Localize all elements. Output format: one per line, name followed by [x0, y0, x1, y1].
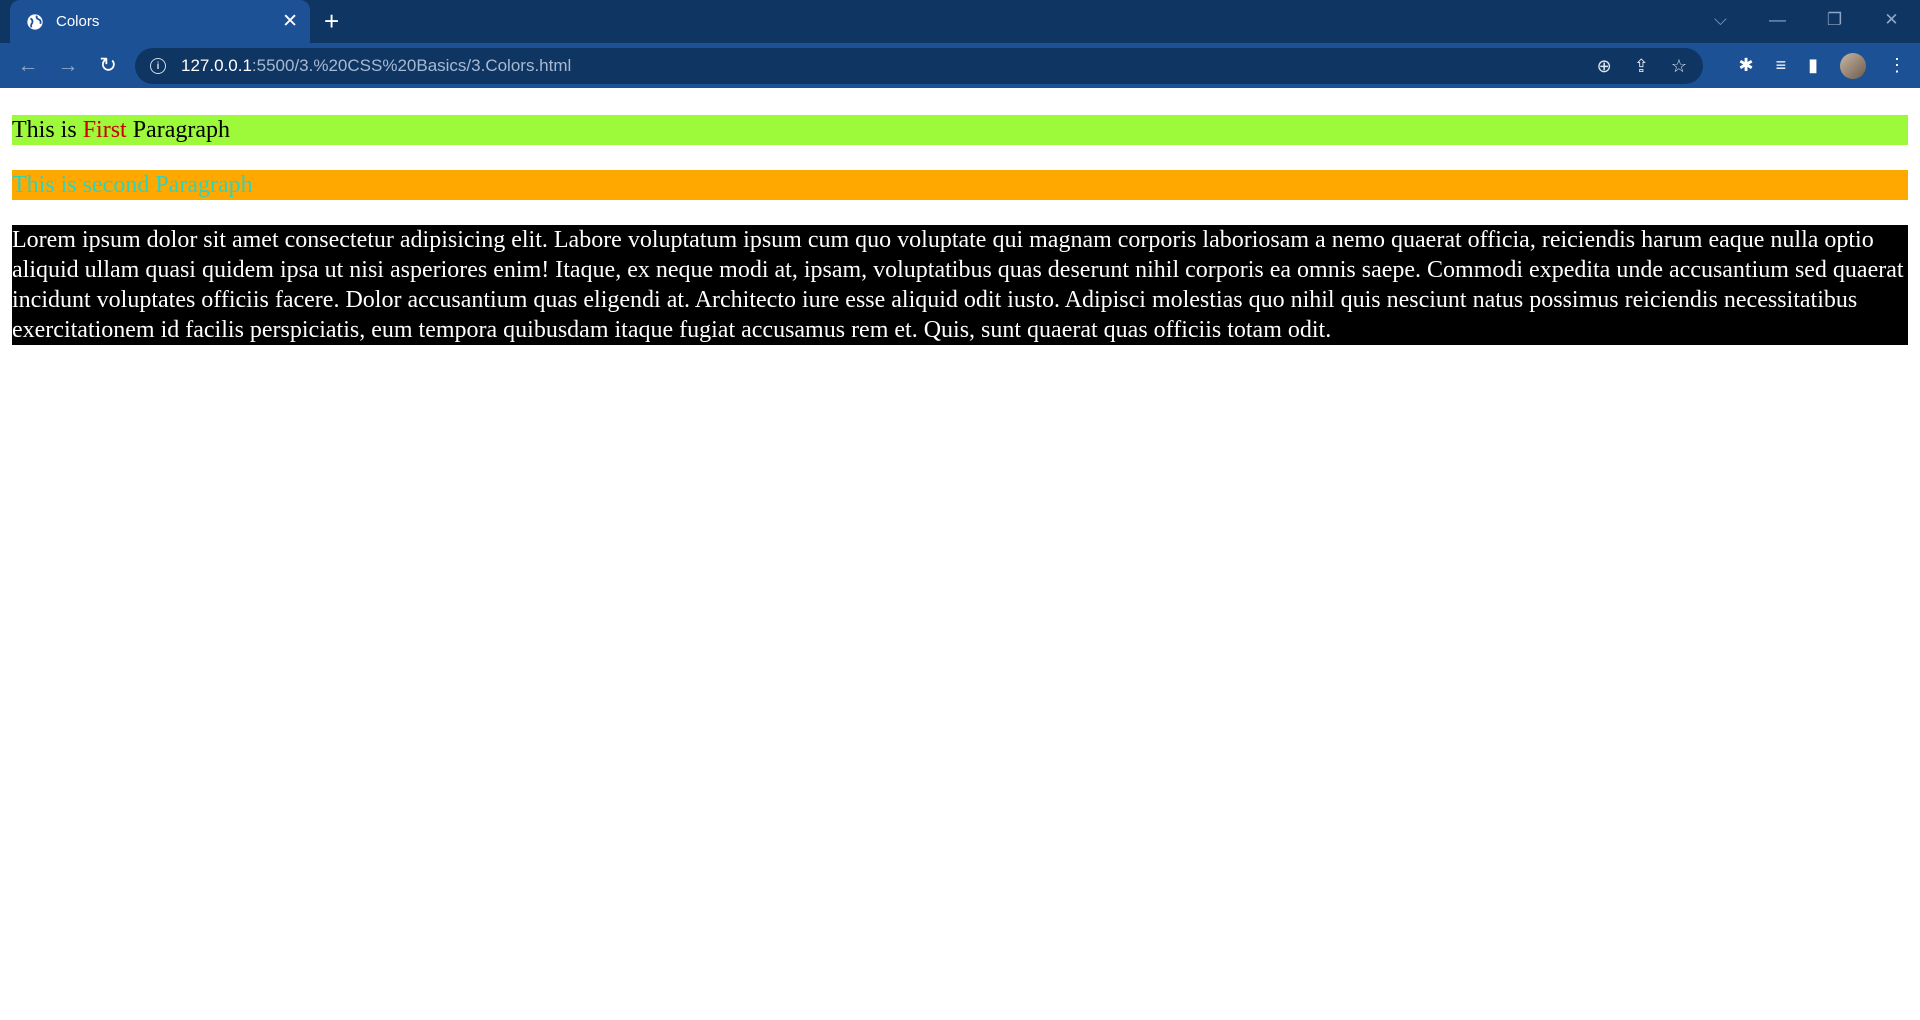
url-host: 127.0.0.1 — [181, 56, 252, 75]
first-paragraph-prefix: This is — [12, 117, 83, 143]
media-control-icon[interactable]: ≡ — [1776, 55, 1787, 76]
site-info-icon[interactable]: i — [150, 58, 166, 74]
side-panel-icon[interactable]: ▮ — [1808, 55, 1818, 76]
bookmark-star-icon[interactable]: ☆ — [1671, 56, 1687, 77]
restore-button[interactable]: ❐ — [1806, 0, 1863, 40]
first-word-highlight: First — [82, 117, 127, 143]
toolbar-right-icons: ✱ ≡ ▮ ⋮ — [1738, 43, 1906, 88]
profile-avatar[interactable] — [1840, 52, 1866, 79]
forward-button[interactable]: → — [48, 54, 88, 78]
back-button[interactable]: ← — [8, 54, 48, 78]
browser-tab[interactable]: Colors ✕ — [10, 0, 310, 43]
first-paragraph-suffix: Paragraph — [126, 117, 230, 143]
reload-button[interactable]: ↻ — [88, 53, 128, 78]
close-window-button[interactable]: ✕ — [1863, 0, 1920, 40]
menu-icon[interactable]: ⋮ — [1888, 55, 1906, 76]
minimize-button[interactable]: — — [1749, 0, 1806, 40]
first-paragraph: This is First Paragraph — [12, 115, 1908, 145]
extensions-icon[interactable]: ✱ — [1738, 55, 1753, 76]
zoom-icon[interactable]: ⊕ — [1597, 56, 1612, 77]
page-content: This is First Paragraph This is second P… — [0, 115, 1908, 345]
url-path: :5500/3.%20CSS%20Basics/3.Colors.html — [251, 56, 572, 75]
close-tab-icon[interactable]: ✕ — [282, 12, 298, 31]
url-text[interactable]: 127.0.0.1:5500/3.%20CSS%20Basics/3.Color… — [181, 56, 571, 76]
address-bar[interactable]: i 127.0.0.1:5500/3.%20CSS%20Basics/3.Col… — [135, 48, 1703, 84]
second-paragraph: This is second Paragraph — [12, 170, 1908, 200]
tab-title: Colors — [56, 13, 100, 30]
share-icon[interactable]: ⇪ — [1634, 56, 1649, 77]
globe-icon — [27, 13, 43, 30]
omnibox-actions: ⊕ ⇪ ☆ — [1597, 48, 1687, 84]
browser-titlebar: Colors ✕ + ⌵ — ❐ ✕ — [0, 0, 1920, 43]
tab-search-icon[interactable]: ⌵ — [1692, 0, 1749, 40]
new-tab-button[interactable]: + — [324, 6, 339, 37]
browser-toolbar: ← → ↻ i 127.0.0.1:5500/3.%20CSS%20Basics… — [0, 43, 1920, 88]
window-controls: ⌵ — ❐ ✕ — [1692, 0, 1920, 43]
lorem-paragraph: Lorem ipsum dolor sit amet consectetur a… — [12, 225, 1908, 345]
